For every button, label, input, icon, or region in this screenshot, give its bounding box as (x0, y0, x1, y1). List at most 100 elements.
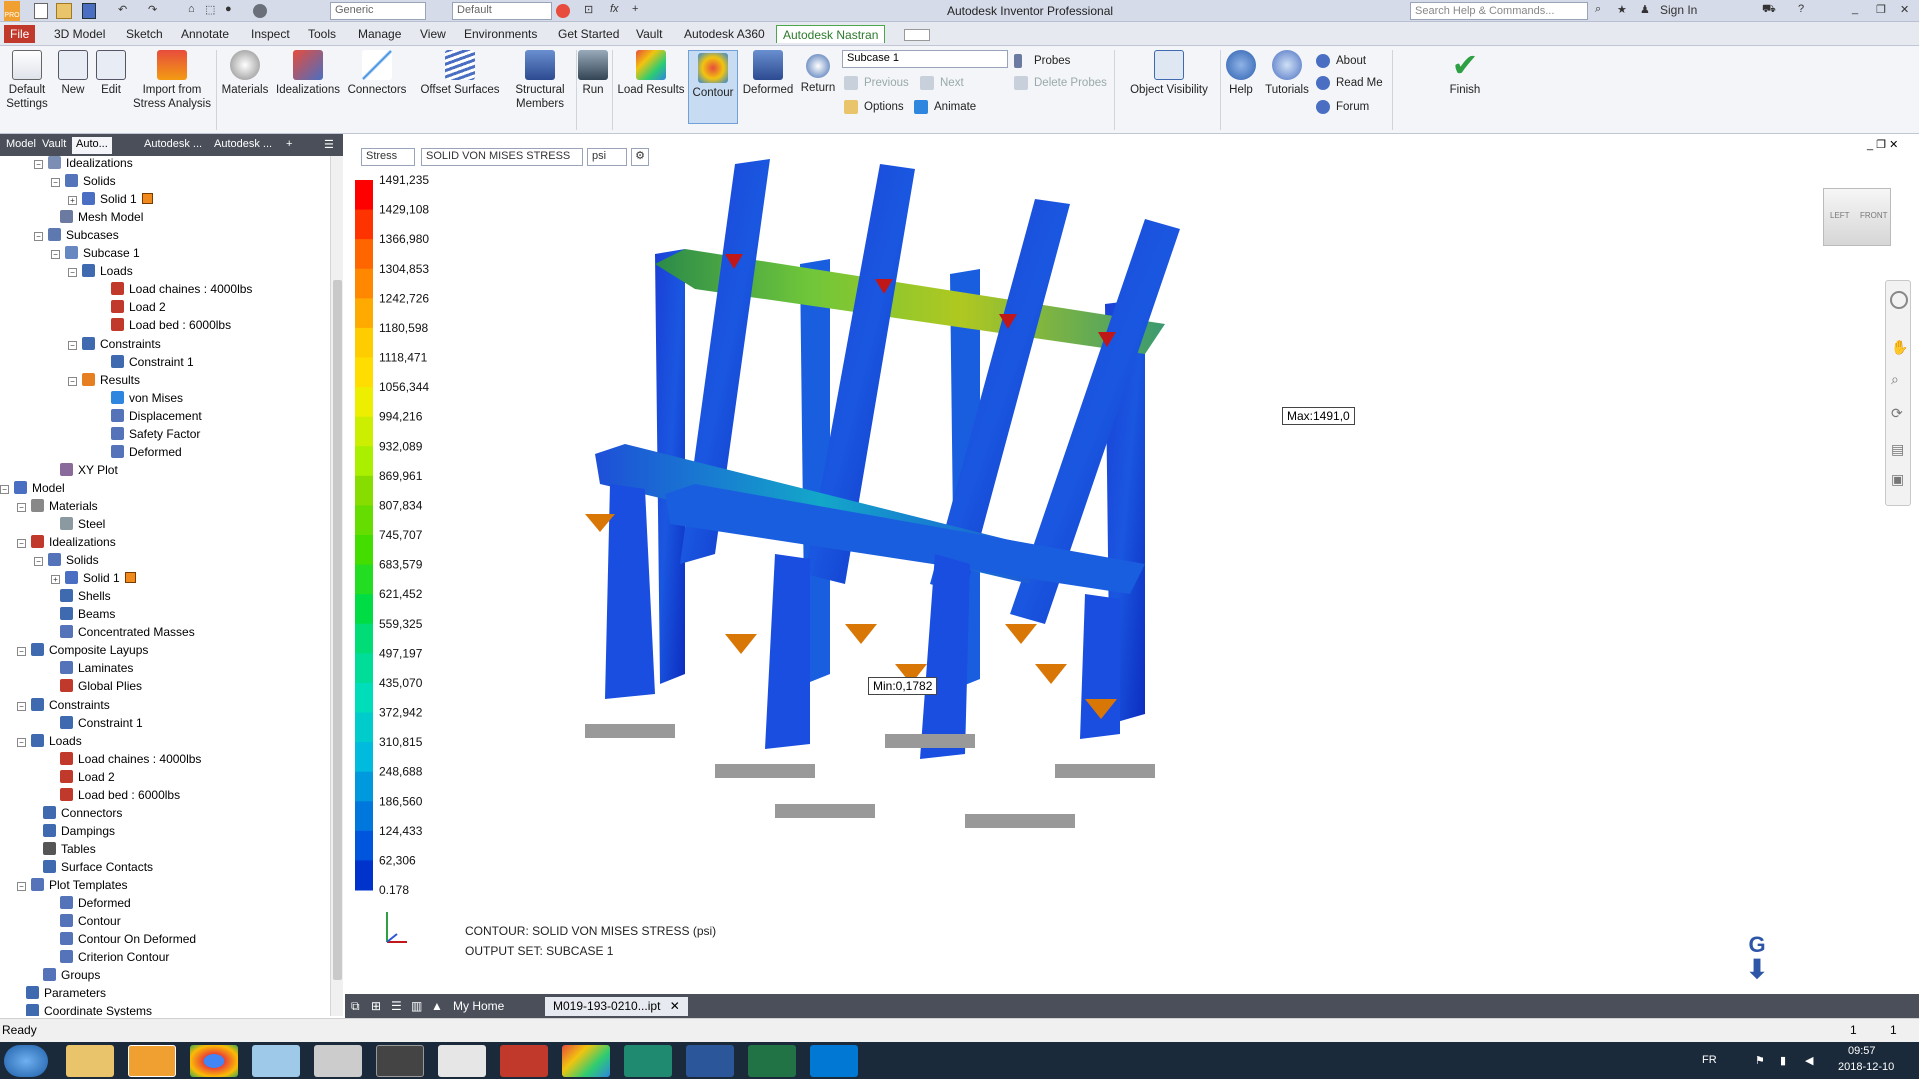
tree-item[interactable]: − Subcases (34, 226, 119, 244)
finish-button[interactable]: ✔ Finish (1440, 49, 1490, 97)
tree-expander-icon[interactable]: − (68, 268, 77, 278)
browser-tab-autodesk-1[interactable]: Autodesk ... (140, 137, 206, 154)
binoculars-icon[interactable]: ⌕ (1595, 3, 1601, 19)
plus-icon[interactable]: + (632, 3, 638, 19)
tree-item[interactable]: Connectors (29, 804, 122, 822)
viewcube-left-face[interactable]: LEFT (1830, 211, 1850, 220)
tree-item[interactable]: Beams (46, 605, 115, 623)
language-indicator[interactable]: FR (1702, 1054, 1717, 1066)
browser-tab-auto[interactable]: Auto... (72, 137, 112, 154)
about-button[interactable]: About (1316, 52, 1366, 70)
browser-tab-vault[interactable]: Vault (38, 137, 70, 154)
materials-button[interactable]: Materials (218, 50, 272, 97)
tree-item[interactable]: − Idealizations (17, 533, 116, 551)
app-logo-icon[interactable]: PRO (4, 1, 20, 21)
tree-item[interactable]: − Materials (17, 497, 98, 515)
update-icon[interactable] (253, 4, 267, 18)
tree-item[interactable]: − Model (0, 479, 65, 497)
tree-item[interactable]: Steel (46, 515, 105, 533)
tree-item[interactable]: − Results (68, 371, 140, 389)
tab-view[interactable]: View (414, 25, 452, 43)
tree-item[interactable]: − Loads (17, 732, 82, 750)
contour-button[interactable]: Contour (688, 50, 738, 124)
tray-volume-icon[interactable]: ◀ (1805, 1054, 1813, 1067)
tree-item[interactable]: Groups (29, 966, 100, 984)
tab-inspect[interactable]: Inspect (245, 25, 296, 43)
tree-expander-icon[interactable]: − (51, 250, 60, 260)
favorites-icon[interactable]: ★ (1617, 3, 1627, 19)
tree-expander-icon[interactable]: − (17, 882, 26, 891)
tab-sketch[interactable]: Sketch (120, 25, 169, 43)
tree-expander-icon[interactable]: − (0, 484, 9, 494)
tab-vault[interactable]: Vault (630, 25, 668, 43)
object-visibility-button[interactable]: Object Visibility (1122, 50, 1216, 97)
help-icon[interactable]: ? (1798, 3, 1804, 19)
arrange-vertical-icon[interactable]: ▥ (407, 997, 426, 1016)
minimize-button[interactable]: _ (1852, 3, 1858, 19)
calculator-icon[interactable] (314, 1045, 362, 1077)
tree-item[interactable]: XY Plot (46, 461, 118, 479)
delete-probes-button[interactable]: Delete Probes (1014, 74, 1107, 92)
tree-item[interactable]: Global Plies (46, 677, 142, 695)
paint-icon[interactable] (438, 1045, 486, 1077)
material-combo[interactable]: Generic (330, 2, 426, 20)
tree-item[interactable]: Dampings (29, 822, 115, 840)
inventor-icon[interactable] (128, 1045, 176, 1077)
excel-icon[interactable] (748, 1045, 796, 1077)
select-icon[interactable]: ⬚ (205, 3, 215, 19)
tree-item[interactable]: Deformed (97, 443, 182, 461)
tree-expander-icon[interactable]: + (51, 575, 60, 585)
tree-item[interactable]: Safety Factor (97, 425, 200, 443)
tree-item[interactable]: − Subcase 1 (51, 244, 140, 262)
edit-button[interactable]: Edit (94, 50, 128, 97)
result-component-combo[interactable]: SOLID VON MISES STRESS (421, 148, 583, 166)
measure-icon[interactable]: ⊡ (584, 3, 593, 19)
save-icon[interactable] (82, 3, 96, 19)
subcase-combo[interactable]: Subcase 1 (842, 50, 1008, 68)
tree-item[interactable]: − Plot Templates (17, 876, 128, 894)
tree-item[interactable]: − Constraints (68, 335, 161, 353)
idealizations-button[interactable]: Idealizations (274, 50, 342, 97)
browser-add-tab-button[interactable]: + (282, 137, 296, 154)
close-button[interactable]: ✕ (1900, 3, 1909, 19)
tutorials-button[interactable]: Tutorials (1262, 50, 1312, 97)
home-icon[interactable]: ⌂ (188, 3, 195, 19)
tree-expander-icon[interactable]: − (17, 701, 26, 711)
next-button[interactable]: Next (920, 74, 964, 92)
tree-expander-icon[interactable]: − (34, 160, 43, 169)
tree-expander-icon[interactable]: − (68, 340, 77, 350)
undo-icon[interactable]: ↶ (118, 3, 127, 19)
browser-tab-autodesk-2[interactable]: Autodesk ... (210, 137, 276, 154)
tree-item[interactable]: Parameters (12, 984, 106, 1002)
tab-tools[interactable]: Tools (302, 25, 342, 43)
scrollbar-thumb[interactable] (333, 280, 342, 980)
steering-wheel-icon[interactable] (1890, 291, 1908, 309)
appearance-combo[interactable]: Default (452, 2, 552, 20)
load-results-button[interactable]: Load Results (616, 50, 686, 97)
tray-flag-icon[interactable]: ⚑ (1755, 1054, 1765, 1067)
tree-expander-icon[interactable]: + (68, 196, 77, 206)
import-stress-button[interactable]: Import from Stress Analysis (130, 50, 214, 111)
default-settings-button[interactable]: Default Settings (2, 50, 52, 111)
acrobat-icon[interactable] (500, 1045, 548, 1077)
cascade-icon[interactable]: ⊞ (367, 997, 385, 1016)
tree-item[interactable]: − Idealizations (34, 156, 133, 172)
fx-icon[interactable]: fx (610, 3, 619, 19)
start-orb-icon[interactable] (4, 1045, 48, 1077)
panel-toggle-icon[interactable] (904, 29, 930, 41)
animate-button[interactable]: Animate (914, 98, 976, 116)
outlook-icon[interactable] (810, 1045, 858, 1077)
sign-in-link[interactable]: Sign In (1660, 3, 1697, 19)
tree-scrollbar[interactable] (330, 156, 343, 1016)
tree-item[interactable]: Load 2 (97, 298, 166, 316)
tree-expander-icon[interactable]: − (34, 557, 43, 567)
file-explorer-icon[interactable] (66, 1045, 114, 1077)
return-button[interactable]: Return (798, 50, 838, 95)
user-icon[interactable]: ♟ (1640, 3, 1650, 19)
options-button[interactable]: Options (844, 98, 904, 116)
tree-item[interactable]: + Solid 1 (51, 569, 136, 587)
tab-get-started[interactable]: Get Started (552, 25, 625, 43)
terminal-icon[interactable] (376, 1045, 424, 1077)
read-me-button[interactable]: Read Me (1316, 74, 1383, 92)
zoom-icon[interactable]: ⌕ (1891, 371, 1899, 388)
